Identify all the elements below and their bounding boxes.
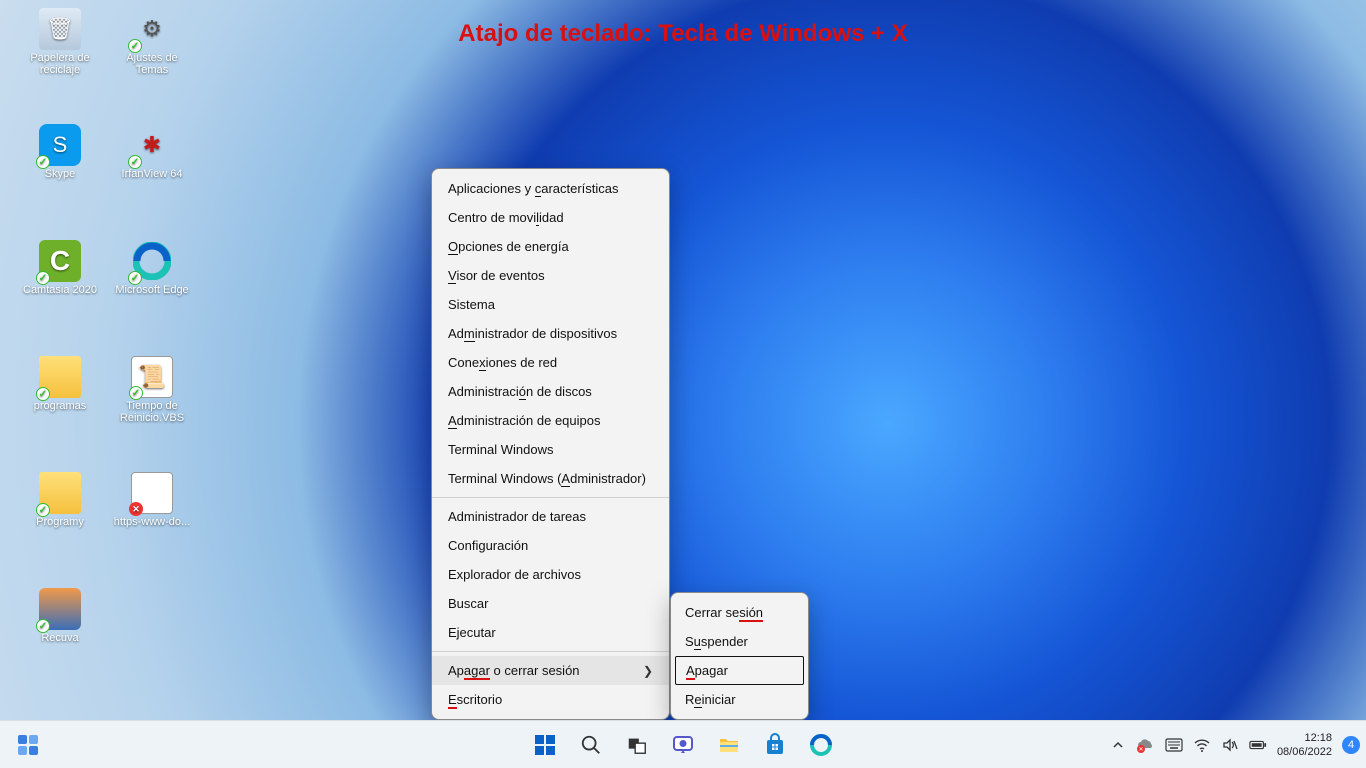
icon-label: Microsoft Edge <box>115 284 188 296</box>
winx-item-settings[interactable]: Configuración <box>432 531 669 560</box>
submenu-item-shutdown[interactable]: Apagar <box>675 656 804 685</box>
folder-icon <box>39 356 81 398</box>
icon-label: Skype <box>45 168 76 180</box>
camtasia-icon: C <box>39 240 81 282</box>
desktop-icon-programy[interactable]: Programy <box>20 472 100 528</box>
submenu-item-sleep[interactable]: Suspender <box>671 627 808 656</box>
start-button[interactable] <box>525 725 565 765</box>
winx-item-power-options[interactable]: Opciones de energía <box>432 232 669 261</box>
icon-label: Ajustes de Temas <box>126 52 177 76</box>
chevron-up-icon <box>1112 739 1124 751</box>
tray-overflow-button[interactable] <box>1109 736 1127 754</box>
winx-item-apps-features[interactable]: Aplicaciones y características <box>432 174 669 203</box>
file-icon <box>131 472 173 514</box>
winx-item-mobility[interactable]: Centro de movilidad <box>432 203 669 232</box>
icon-label: Tiempo de Reinicio.VBS <box>120 400 184 424</box>
folder-icon <box>717 733 741 757</box>
irfanview-icon: ✱ <box>131 124 173 166</box>
chat-button[interactable] <box>663 725 703 765</box>
taskbar: ✕ 12:18 08/06/2022 4 <box>0 720 1366 768</box>
annotation-text: Atajo de teclado: Tecla de Windows + X <box>0 20 1366 48</box>
desktop-icon-irfanview[interactable]: ✱ IrfanView 64 <box>112 124 192 180</box>
tray-battery-icon[interactable] <box>1249 736 1267 754</box>
chevron-right-icon: ❯ <box>643 664 653 678</box>
tray-volume-icon[interactable] <box>1221 736 1239 754</box>
desktop[interactable]: Atajo de teclado: Tecla de Windows + X 🗑… <box>0 0 1366 768</box>
desktop-icon-edge[interactable]: Microsoft Edge <box>112 240 192 296</box>
icon-label: Papelera de reciclaje <box>30 52 89 76</box>
task-view-button[interactable] <box>617 725 657 765</box>
winx-item-system[interactable]: Sistema <box>432 290 669 319</box>
taskbar-clock[interactable]: 12:18 08/06/2022 <box>1277 731 1332 759</box>
chat-icon <box>671 733 695 757</box>
desktop-icon-programas[interactable]: programas <box>20 356 100 412</box>
winx-item-terminal-admin[interactable]: Terminal Windows (Administrador) <box>432 464 669 493</box>
onedrive-icon: ✕ <box>1137 736 1155 754</box>
desktop-icon-skype[interactable]: S Skype <box>20 124 100 180</box>
edge-button[interactable] <box>801 725 841 765</box>
winx-item-search[interactable]: Buscar <box>432 589 669 618</box>
widgets-icon <box>16 733 40 757</box>
icon-label: https-www-do... <box>114 516 190 528</box>
winx-item-desktop[interactable]: Escritorio <box>432 685 669 714</box>
vbs-file-icon: 📜 <box>131 356 173 398</box>
desktop-icon-recycle-bin[interactable]: 🗑 Papelera de reciclaje <box>20 8 100 76</box>
winx-item-terminal[interactable]: Terminal Windows <box>432 435 669 464</box>
winx-item-device-manager[interactable]: Administrador de dispositivos <box>432 319 669 348</box>
menu-separator <box>432 651 669 652</box>
recycle-bin-icon: 🗑 <box>39 8 81 50</box>
clock-date: 08/06/2022 <box>1277 745 1332 759</box>
folder-icon <box>39 472 81 514</box>
desktop-icon-camtasia[interactable]: C Camtasia 2020 <box>20 240 100 296</box>
keyboard-icon <box>1165 738 1183 752</box>
tray-wifi-icon[interactable] <box>1193 736 1211 754</box>
notification-count: 4 <box>1348 739 1354 751</box>
edge-icon <box>131 240 173 282</box>
icon-label: Recuva <box>41 632 78 644</box>
search-icon <box>580 734 602 756</box>
tray-keyboard-icon[interactable] <box>1165 736 1183 754</box>
icon-label: Programy <box>36 516 84 528</box>
winx-item-disk-management[interactable]: Administración de discos <box>432 377 669 406</box>
edge-icon <box>809 733 833 757</box>
windows-logo-icon <box>533 733 557 757</box>
winx-item-task-manager[interactable]: Administrador de tareas <box>432 502 669 531</box>
tray-onedrive-icon[interactable]: ✕ <box>1137 736 1155 754</box>
desktop-icon-ajustes-temas[interactable]: ⚙ Ajustes de Temas <box>112 8 192 76</box>
gear-icon: ⚙ <box>131 8 173 50</box>
wifi-icon <box>1193 736 1211 754</box>
desktop-icon-recuva[interactable]: Recuva <box>20 588 100 644</box>
winx-item-event-viewer[interactable]: Visor de eventos <box>432 261 669 290</box>
desktop-icon-tiempo-reinicio[interactable]: 📜 Tiempo de Reinicio.VBS <box>112 356 192 424</box>
submenu-item-restart[interactable]: Reiniciar <box>671 685 808 714</box>
icon-label: IrfanView 64 <box>122 168 183 180</box>
winx-item-run[interactable]: Ejecutar <box>432 618 669 647</box>
desktop-icon-https-file[interactable]: https-www-do... <box>112 472 192 528</box>
battery-icon <box>1249 738 1267 752</box>
store-button[interactable] <box>755 725 795 765</box>
recuva-icon <box>39 588 81 630</box>
menu-separator <box>432 497 669 498</box>
search-button[interactable] <box>571 725 611 765</box>
notification-button[interactable]: 4 <box>1342 736 1360 754</box>
svg-text:✕: ✕ <box>1138 747 1143 753</box>
icon-label: Camtasia 2020 <box>23 284 97 296</box>
volume-icon <box>1221 736 1239 754</box>
widgets-button[interactable] <box>8 725 48 765</box>
task-view-icon <box>626 734 648 756</box>
winx-menu: Aplicaciones y características Centro de… <box>431 168 670 720</box>
icon-label: programas <box>34 400 87 412</box>
explorer-button[interactable] <box>709 725 749 765</box>
skype-icon: S <box>39 124 81 166</box>
winx-item-shutdown-signout[interactable]: Apagar o cerrar sesión ❯ <box>432 656 669 685</box>
clock-time: 12:18 <box>1277 731 1332 745</box>
submenu-item-signout[interactable]: Cerrar sesión <box>671 598 808 627</box>
winx-item-network[interactable]: Conexiones de red <box>432 348 669 377</box>
winx-item-computer-management[interactable]: Administración de equipos <box>432 406 669 435</box>
store-icon <box>763 733 787 757</box>
winx-item-file-explorer[interactable]: Explorador de archivos <box>432 560 669 589</box>
shutdown-submenu: Cerrar sesión Suspender Apagar Reiniciar <box>670 592 809 720</box>
